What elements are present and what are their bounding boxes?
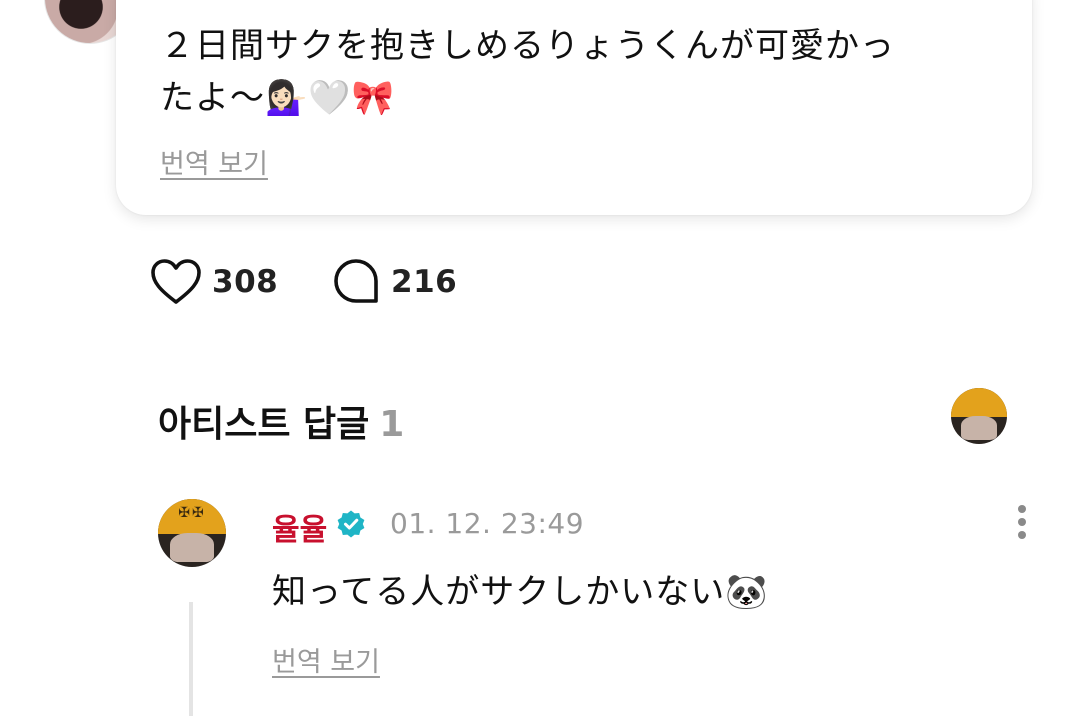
speech-bubble-icon (333, 258, 381, 306)
like-button[interactable]: 308 (150, 258, 278, 306)
comment-author-avatar[interactable]: ✠✠ (158, 499, 226, 567)
post-translate-link[interactable]: 번역 보기 (160, 142, 268, 181)
comment-button[interactable]: 216 (333, 258, 457, 306)
artist-replies-count: 1 (379, 404, 405, 445)
post-text-line-1: ２日間サクを抱きしめるりょうくんが可愛かっ (160, 26, 895, 66)
comment-translate-link[interactable]: 번역 보기 (272, 640, 380, 679)
comment-author-name[interactable]: 율율 (272, 505, 327, 549)
comment-count: 216 (391, 264, 458, 300)
artist-replies-heading: 아티스트 답글 1 (158, 395, 404, 447)
artist-avatar[interactable] (951, 388, 1007, 444)
comment-text: 知ってる人がサクしかいない🐼 (272, 572, 769, 612)
post-text: ２日間サクを抱きしめるりょうくんが可愛かっ たよ〜💁🏻‍♀️🤍🎀 (160, 20, 980, 124)
like-count: 308 (212, 264, 279, 300)
thread-line (189, 602, 193, 716)
post-text-line-2: たよ〜💁🏻‍♀️🤍🎀 (160, 78, 396, 118)
artist-replies-title: 아티스트 답글 (158, 404, 370, 445)
comment-timestamp: 01. 12. 23:49 (390, 507, 585, 540)
more-vertical-icon[interactable] (1012, 505, 1032, 541)
heart-outline-icon (150, 258, 202, 306)
verified-badge-icon (336, 509, 366, 543)
